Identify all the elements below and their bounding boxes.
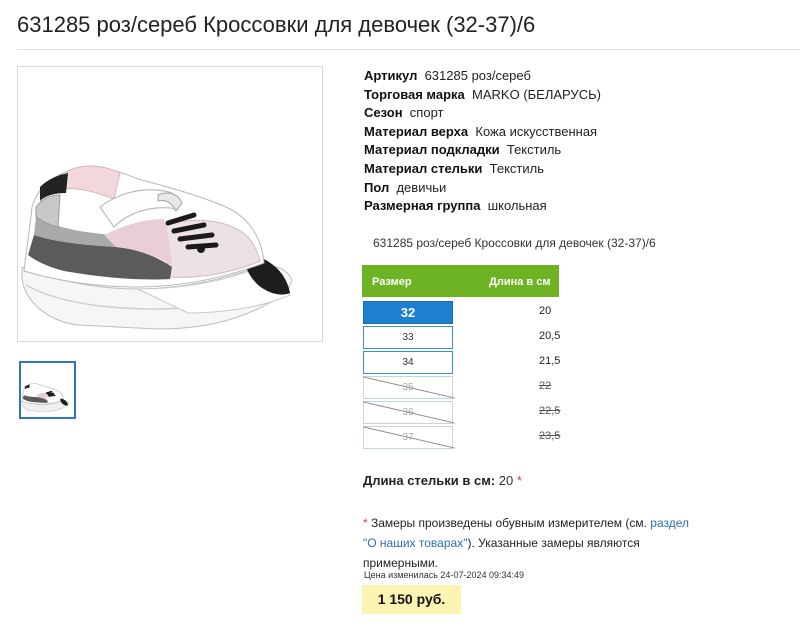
insole-asterisk: * xyxy=(516,473,522,488)
sneaker-illustration xyxy=(21,165,293,330)
size-row: 35 22 xyxy=(363,376,563,400)
size-option-36-unavailable: 36 xyxy=(363,401,453,424)
size-row: 36 22,5 xyxy=(363,401,563,425)
price-changed-date: Цена изменилась 24-07-2024 09:34:49 xyxy=(364,570,525,580)
prop-gender: Пол девичьи xyxy=(364,179,447,195)
size-length: 22,5 xyxy=(539,405,561,417)
insole-label: Длина стельки в см: xyxy=(363,473,496,488)
size-column-header: Размер xyxy=(372,276,412,288)
size-length: 21,5 xyxy=(539,355,561,367)
price-badge: 1 150 руб. xyxy=(362,585,461,614)
insole-length: Длина стельки в см: 20 * xyxy=(363,473,522,488)
size-row: 33 20,5 xyxy=(363,326,563,350)
insole-value: 20 xyxy=(498,473,514,488)
sneaker-thumb-illustration xyxy=(21,383,69,412)
prop-lining-material: Материал подкладки Текстиль xyxy=(364,142,562,158)
size-option-33[interactable]: 33 xyxy=(363,326,453,349)
title-divider xyxy=(17,49,800,50)
prop-upper-material: Материал верха Кожа искусственная xyxy=(364,123,598,139)
measurement-note: * Замеры произведены обувным измерителем… xyxy=(363,513,693,573)
prop-season: Сезон спорт xyxy=(364,105,444,121)
size-option-35-unavailable: 35 xyxy=(363,376,453,399)
size-length: 20 xyxy=(539,305,552,317)
prop-article: Артикул 631285 роз/сереб xyxy=(364,68,531,83)
product-thumbnail[interactable] xyxy=(19,361,76,419)
length-column-header: Длина в см xyxy=(489,276,551,288)
product-subtitle: 631285 роз/сереб Кроссовки для девочек (… xyxy=(373,236,656,250)
size-option-34[interactable]: 34 xyxy=(363,351,453,374)
size-length: 20,5 xyxy=(539,330,561,342)
size-length: 22 xyxy=(539,380,552,392)
size-row: 34 21,5 xyxy=(363,351,563,375)
product-main-image[interactable] xyxy=(17,66,323,342)
product-properties: Артикул 631285 роз/сереб Торговая марка … xyxy=(364,67,601,216)
size-row: 32 20 xyxy=(363,301,563,325)
size-length: 23,5 xyxy=(539,430,561,442)
page-title: 631285 роз/сереб Кроссовки для девочек (… xyxy=(17,12,536,37)
size-option-37-unavailable: 37 xyxy=(363,426,453,449)
size-option-32[interactable]: 32 xyxy=(363,301,453,324)
prop-size-group: Размерная группа школьная xyxy=(364,198,547,214)
note-text: Замеры произведены обувным измерителем (… xyxy=(367,516,651,530)
prop-brand: Торговая марка MARKO (БЕЛАРУСЬ) xyxy=(364,86,601,102)
size-table-header: Размер Длина в см xyxy=(362,265,559,297)
prop-insole-material: Материал стельки Текстиль xyxy=(364,160,545,176)
size-row: 37 23,5 xyxy=(363,426,563,450)
